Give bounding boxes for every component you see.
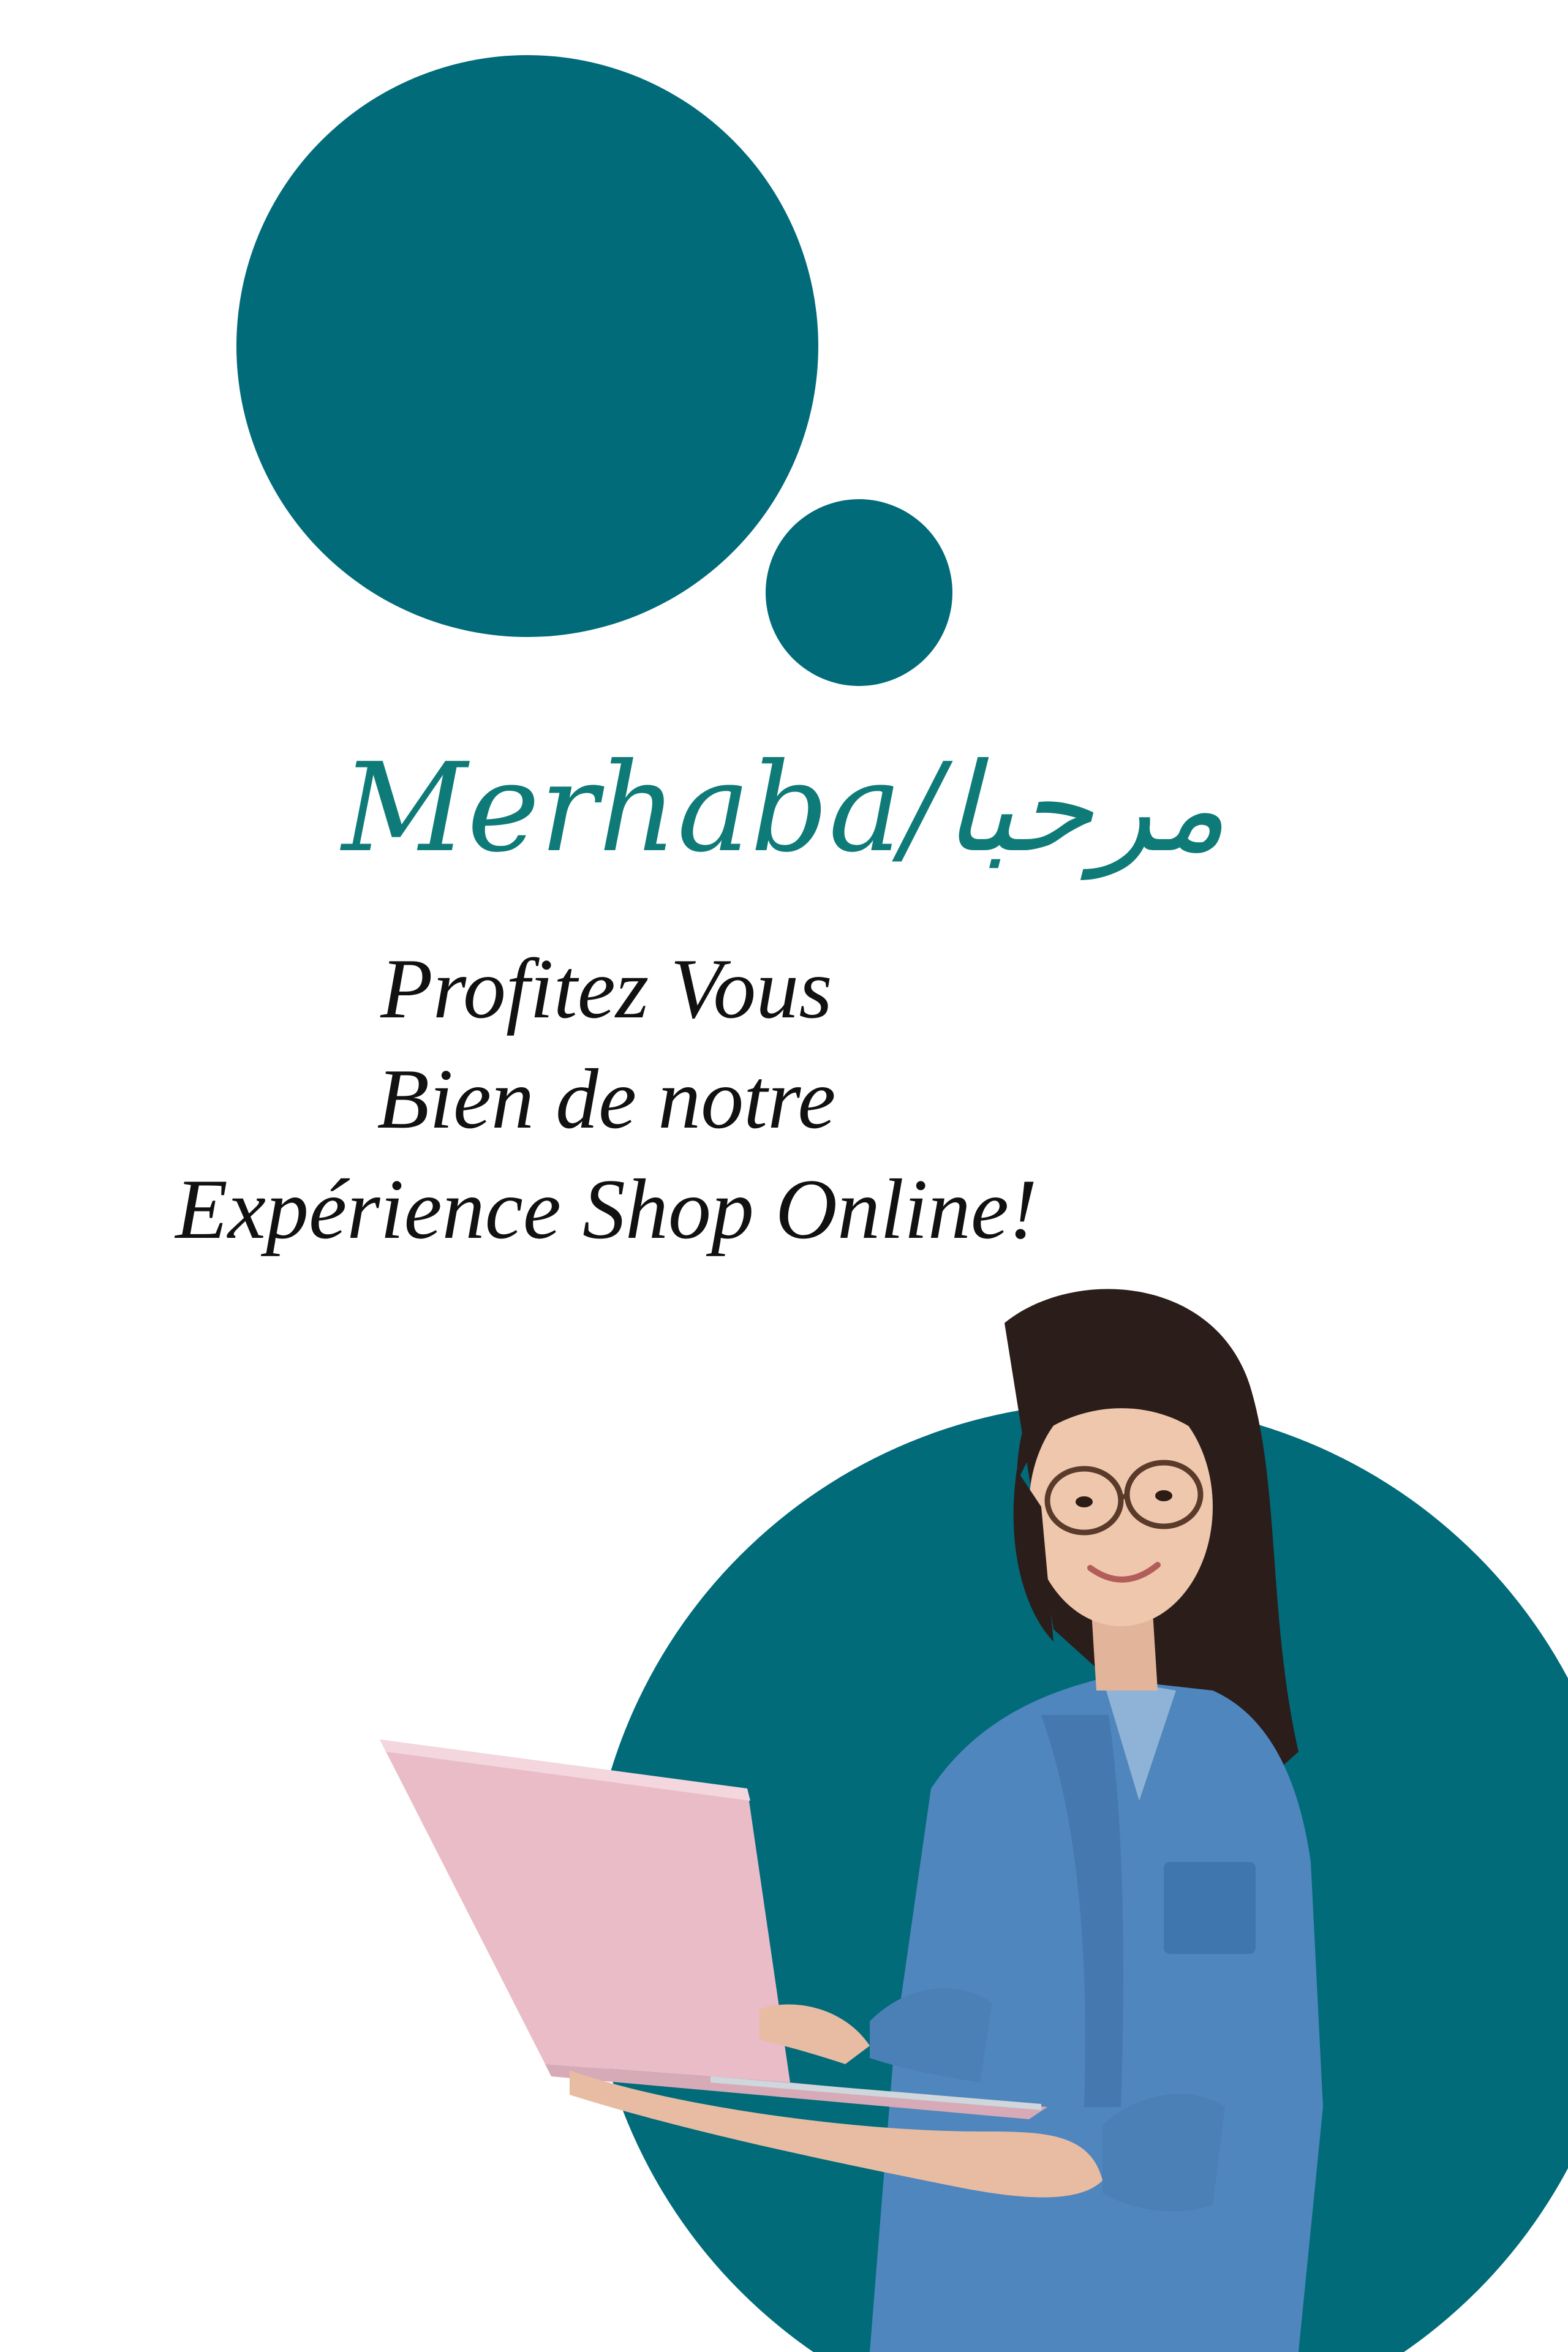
tagline-line-1: Profitez Vous [380, 941, 832, 1036]
tagline-line-2: Bien de notre [377, 1052, 836, 1147]
tagline: Profitez Vous Bien de notre Expérience S… [98, 934, 1115, 1265]
welcome-poster: Merhaba/مرحبا Profitez Vous Bien de notr… [0, 0, 1568, 2352]
tagline-line-3: Expérience Shop Online! [175, 1162, 1038, 1257]
headline-arabic: مرحبا [943, 737, 1226, 880]
woman-with-laptop-photo [368, 1250, 1458, 2352]
decorative-circle-large [236, 55, 818, 637]
headline-latin: Merhaba/ [342, 737, 943, 880]
decorative-circle-small [766, 499, 952, 686]
welcome-headline: Merhaba/مرحبا [0, 729, 1568, 888]
